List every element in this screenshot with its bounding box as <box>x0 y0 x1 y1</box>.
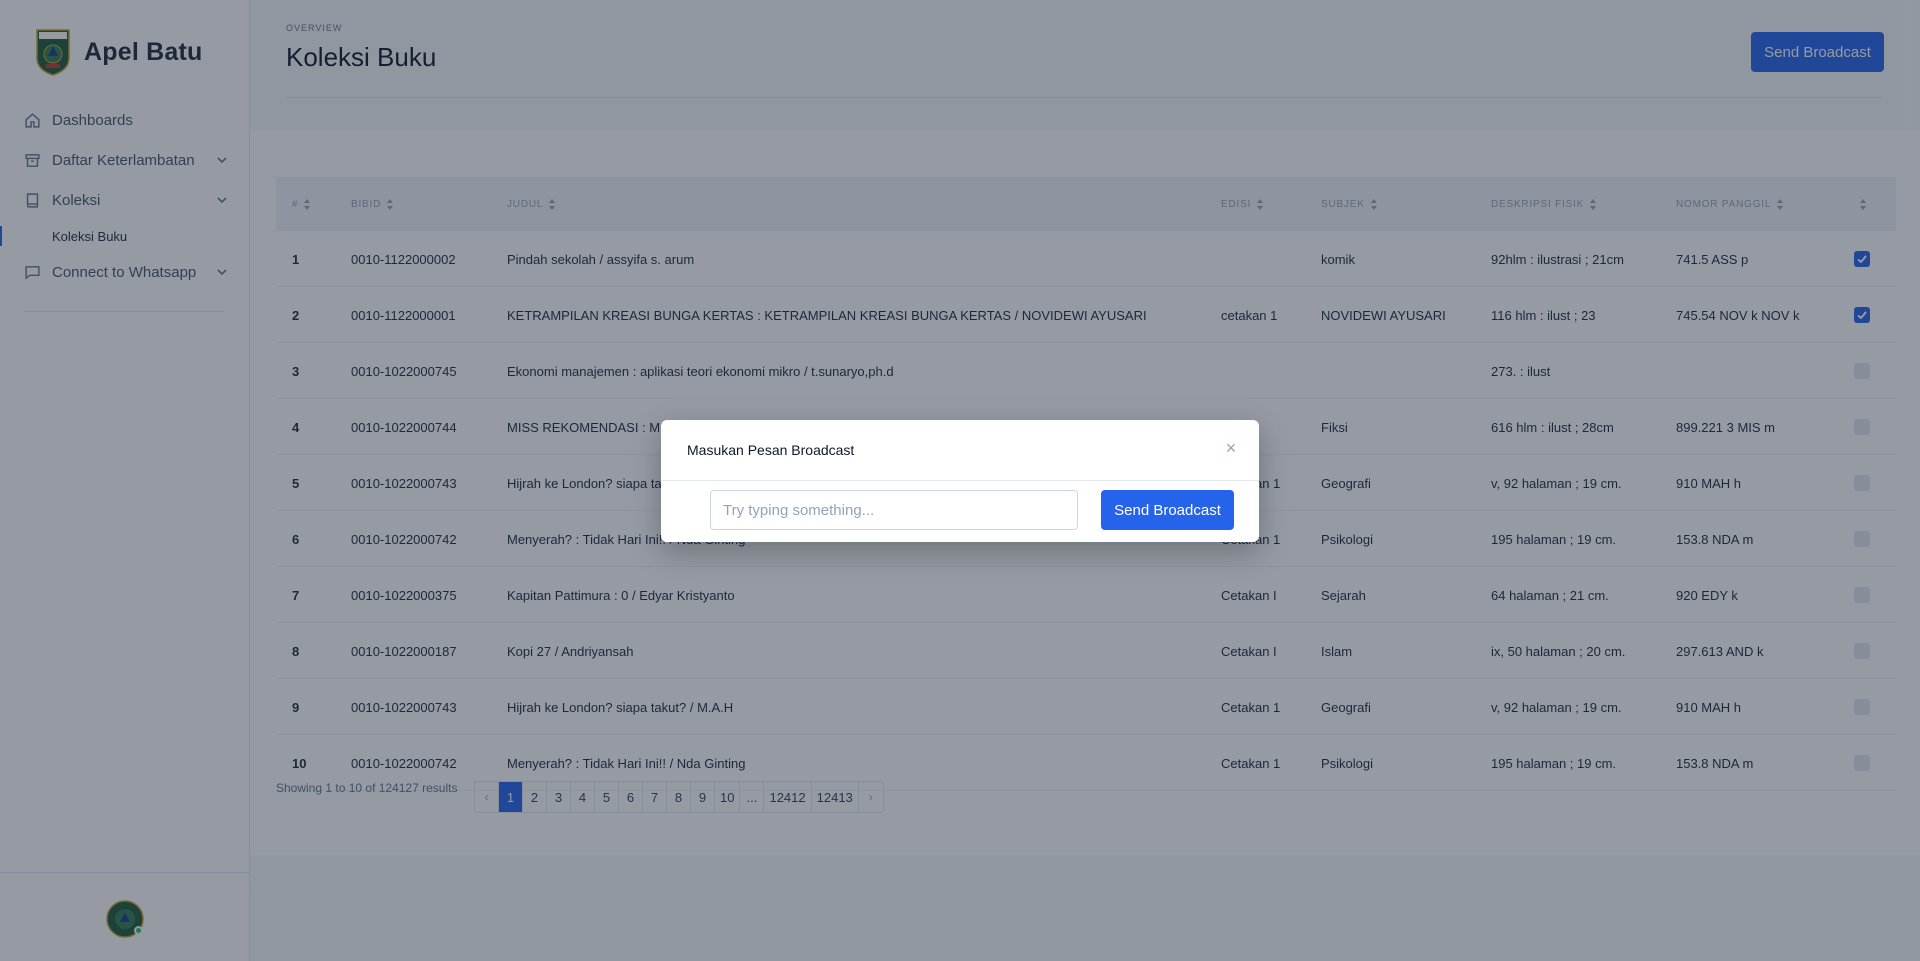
modal-send-broadcast-button[interactable]: Send Broadcast <box>1101 490 1234 530</box>
modal-divider <box>661 480 1259 481</box>
broadcast-modal: Masukan Pesan Broadcast × Send Broadcast <box>661 420 1259 542</box>
close-icon[interactable]: × <box>1222 439 1240 457</box>
broadcast-message-input[interactable] <box>710 490 1078 530</box>
modal-title: Masukan Pesan Broadcast <box>687 442 855 458</box>
